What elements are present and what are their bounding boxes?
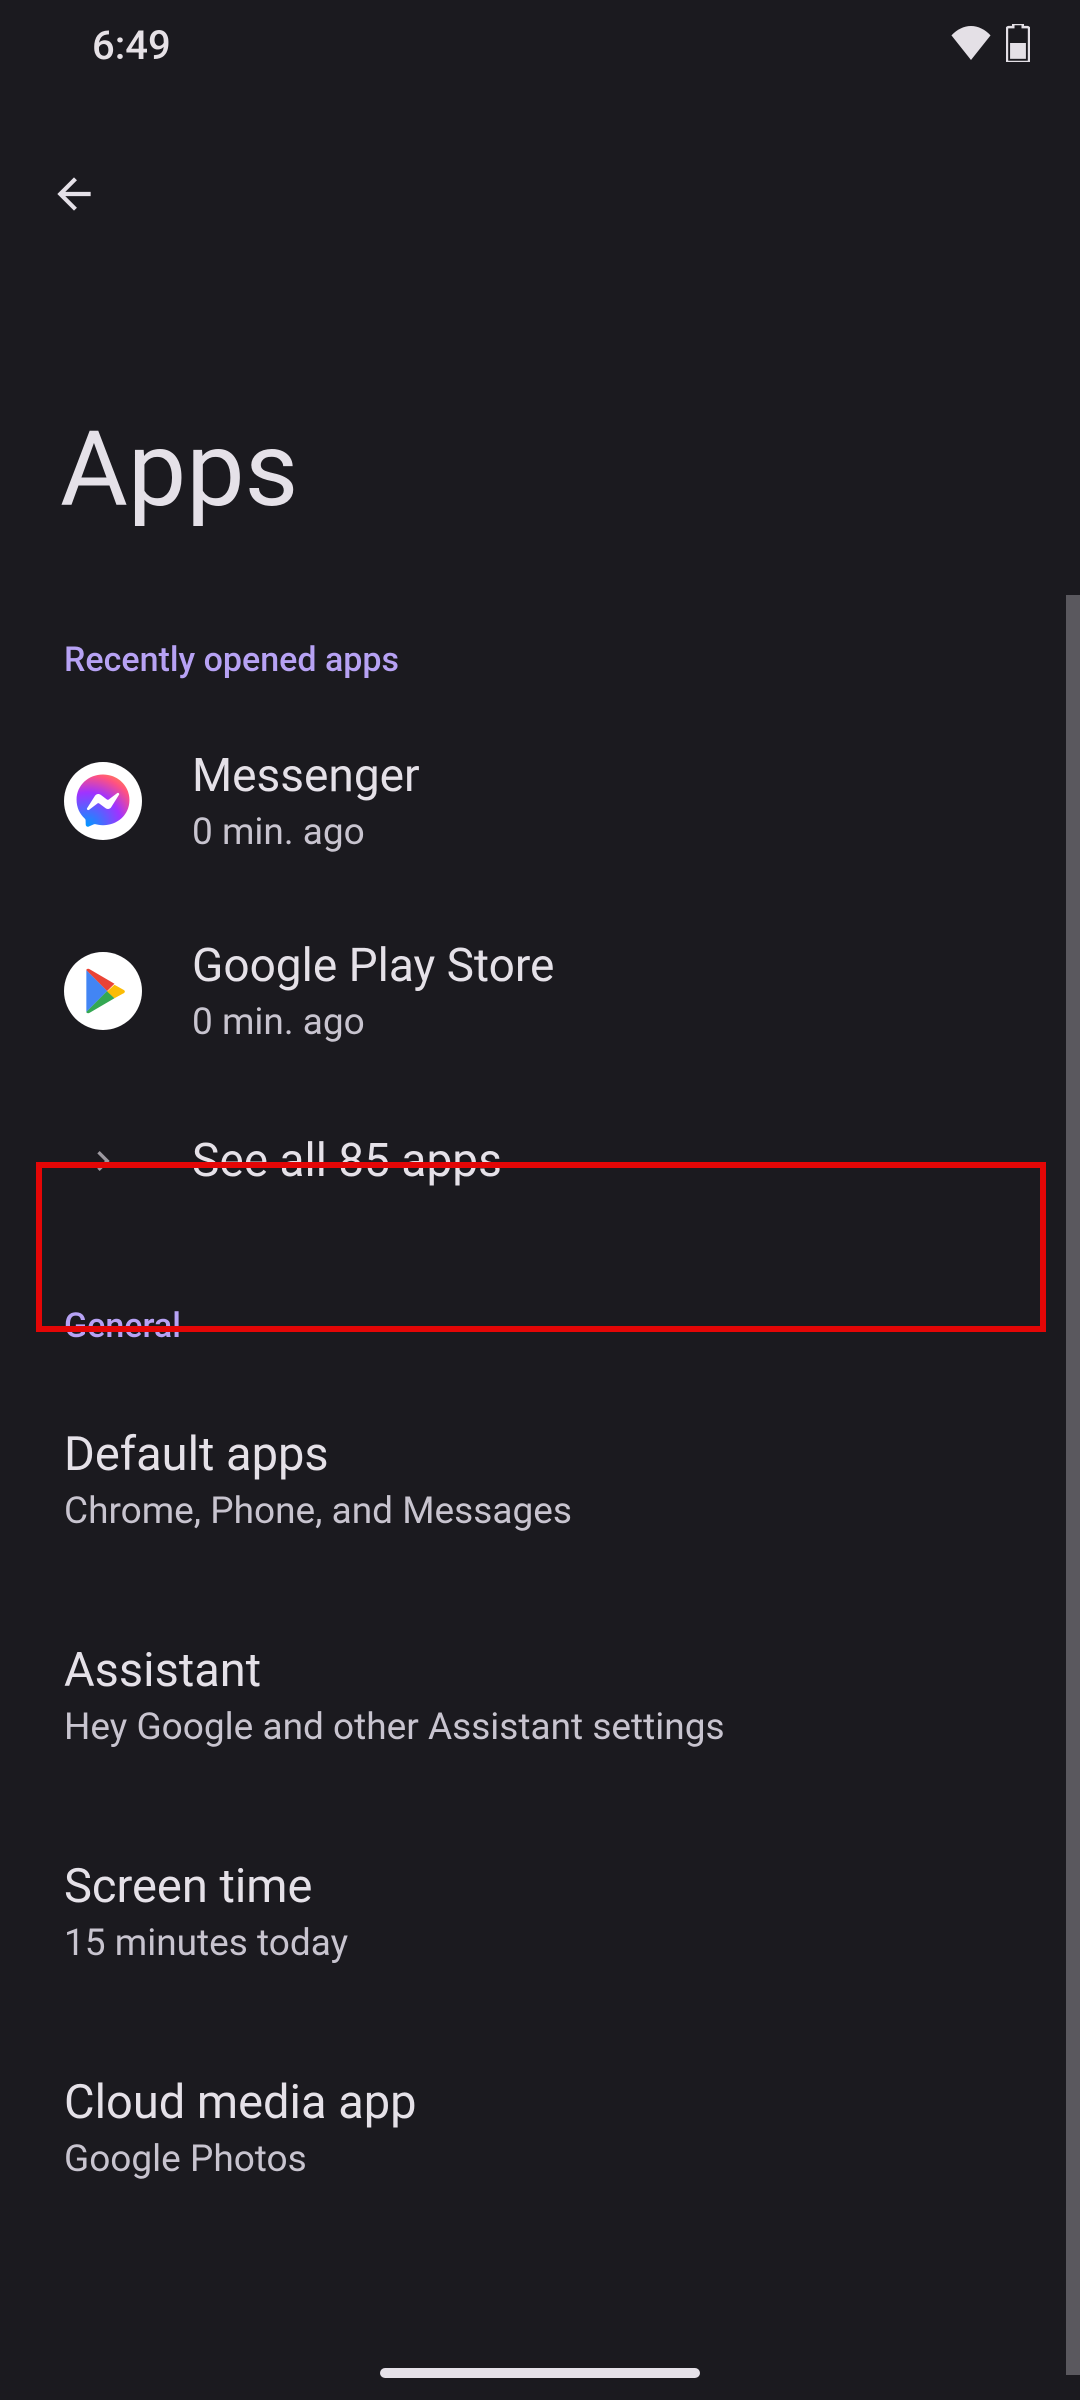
setting-assistant[interactable]: Assistant Hey Google and other Assistant… xyxy=(0,1588,1080,1804)
status-time: 6:49 xyxy=(92,22,171,69)
recent-app-messenger[interactable]: Messenger 0 min. ago xyxy=(0,706,1080,896)
setting-subtitle: Hey Google and other Assistant settings xyxy=(64,1706,1016,1749)
setting-subtitle: Google Photos xyxy=(64,2138,1016,2181)
setting-title: Cloud media app xyxy=(64,2075,1016,2130)
app-subtext-label: 0 min. ago xyxy=(192,1001,554,1044)
arrow-back-icon xyxy=(49,169,99,223)
app-text-block: Google Play Store 0 min. ago xyxy=(192,939,554,1044)
setting-subtitle: 15 minutes today xyxy=(64,1922,1016,1965)
section-header-recent: Recently opened apps xyxy=(0,620,1080,706)
setting-screen-time[interactable]: Screen time 15 minutes today xyxy=(0,1804,1080,2020)
app-subtext-label: 0 min. ago xyxy=(192,811,420,854)
chevron-right-icon xyxy=(64,1122,142,1200)
battery-icon xyxy=(1006,24,1030,66)
app-name-label: Messenger xyxy=(192,749,420,803)
navigation-handle[interactable] xyxy=(380,2368,700,2378)
scrollbar[interactable] xyxy=(1066,595,1080,2375)
play-store-icon xyxy=(64,952,142,1030)
setting-title: Default apps xyxy=(64,1427,1016,1482)
app-name-label: Google Play Store xyxy=(192,939,554,993)
setting-title: Screen time xyxy=(64,1859,1016,1914)
messenger-icon xyxy=(64,762,142,840)
status-bar: 6:49 xyxy=(0,0,1080,90)
see-all-label: See all 85 apps xyxy=(192,1134,502,1188)
back-button[interactable] xyxy=(38,160,110,232)
setting-title: Assistant xyxy=(64,1643,1016,1698)
page-title: Apps xyxy=(60,410,298,531)
status-icons xyxy=(950,24,1030,66)
see-all-apps-button[interactable]: See all 85 apps xyxy=(0,1086,1080,1236)
setting-cloud-media-app[interactable]: Cloud media app Google Photos xyxy=(0,2020,1080,2236)
app-text-block: Messenger 0 min. ago xyxy=(192,749,420,854)
recent-app-playstore[interactable]: Google Play Store 0 min. ago xyxy=(0,896,1080,1086)
wifi-icon xyxy=(950,26,992,64)
setting-default-apps[interactable]: Default apps Chrome, Phone, and Messages xyxy=(0,1372,1080,1588)
setting-subtitle: Chrome, Phone, and Messages xyxy=(64,1490,1016,1533)
content-area: Recently opened apps Messenger 0 min. ag… xyxy=(0,620,1080,2236)
section-header-general: General xyxy=(0,1236,1080,1372)
